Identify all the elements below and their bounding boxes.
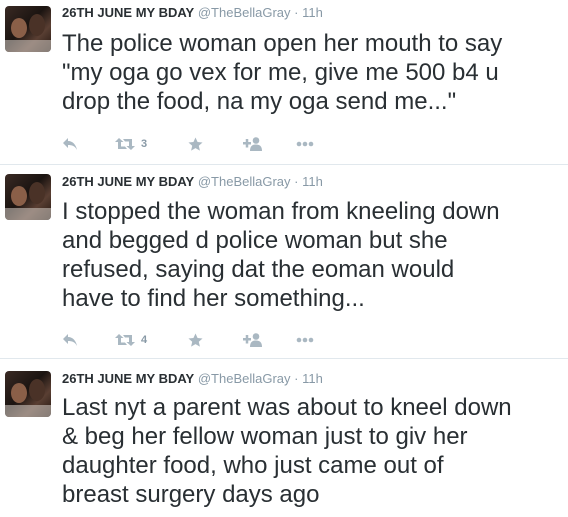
timestamp[interactable]: 11h xyxy=(302,174,323,189)
separator-dot: · xyxy=(294,5,299,20)
follow-icon xyxy=(243,137,263,151)
avatar[interactable] xyxy=(5,371,51,417)
display-name[interactable]: 26TH JUNE MY BDAY xyxy=(62,5,194,20)
more-icon xyxy=(296,337,314,343)
favorite-button[interactable] xyxy=(188,135,203,153)
reply-button[interactable] xyxy=(62,331,78,349)
avatar[interactable] xyxy=(5,6,51,52)
more-icon xyxy=(296,141,314,147)
retweet-button[interactable]: 3 xyxy=(115,135,147,153)
retweet-count: 4 xyxy=(141,334,148,346)
follow-icon xyxy=(243,333,263,347)
tweet-header: 26TH JUNE MY BDAY @TheBellaGray · 11h xyxy=(62,371,323,387)
user-handle[interactable]: @TheBellaGray xyxy=(198,371,291,386)
favorite-button[interactable] xyxy=(188,331,203,349)
tweet-header: 26TH JUNE MY BDAY @TheBellaGray · 11h xyxy=(62,174,323,190)
display-name[interactable]: 26TH JUNE MY BDAY xyxy=(62,371,194,386)
favorite-icon xyxy=(188,332,203,348)
tweet[interactable]: 26TH JUNE MY BDAY @TheBellaGray · 11h La… xyxy=(0,358,568,517)
avatar[interactable] xyxy=(5,174,51,220)
user-handle[interactable]: @TheBellaGray xyxy=(198,174,291,189)
timestamp[interactable]: 11h xyxy=(302,5,323,20)
retweet-count: 3 xyxy=(141,138,148,150)
separator-dot: · xyxy=(294,174,299,189)
favorite-icon xyxy=(188,136,203,152)
tweet-text: Last nyt a parent was about to kneel dow… xyxy=(62,394,512,508)
display-name[interactable]: 26TH JUNE MY BDAY xyxy=(62,174,194,189)
user-handle[interactable]: @TheBellaGray xyxy=(198,5,291,20)
reply-icon xyxy=(62,333,78,347)
follow-button[interactable] xyxy=(243,331,263,349)
tweet[interactable]: 26TH JUNE MY BDAY @TheBellaGray · 11h I … xyxy=(0,164,568,358)
timestamp[interactable]: 11h xyxy=(302,371,323,386)
retweet-button[interactable]: 4 xyxy=(115,331,147,349)
more-button[interactable] xyxy=(296,135,314,153)
separator-dot: · xyxy=(294,371,299,386)
reply-icon xyxy=(62,137,78,151)
follow-button[interactable] xyxy=(243,135,263,153)
tweet-text: I stopped the woman from kneeling down a… xyxy=(62,198,500,312)
tweet-text: The police woman open her mouth to say "… xyxy=(62,30,503,115)
tweet-header: 26TH JUNE MY BDAY @TheBellaGray · 11h xyxy=(62,5,323,21)
tweet[interactable]: 26TH JUNE MY BDAY @TheBellaGray · 11h Th… xyxy=(0,0,568,164)
reply-button[interactable] xyxy=(62,135,78,153)
more-button[interactable] xyxy=(296,331,314,349)
retweet-icon xyxy=(115,137,135,151)
retweet-icon xyxy=(115,333,135,347)
